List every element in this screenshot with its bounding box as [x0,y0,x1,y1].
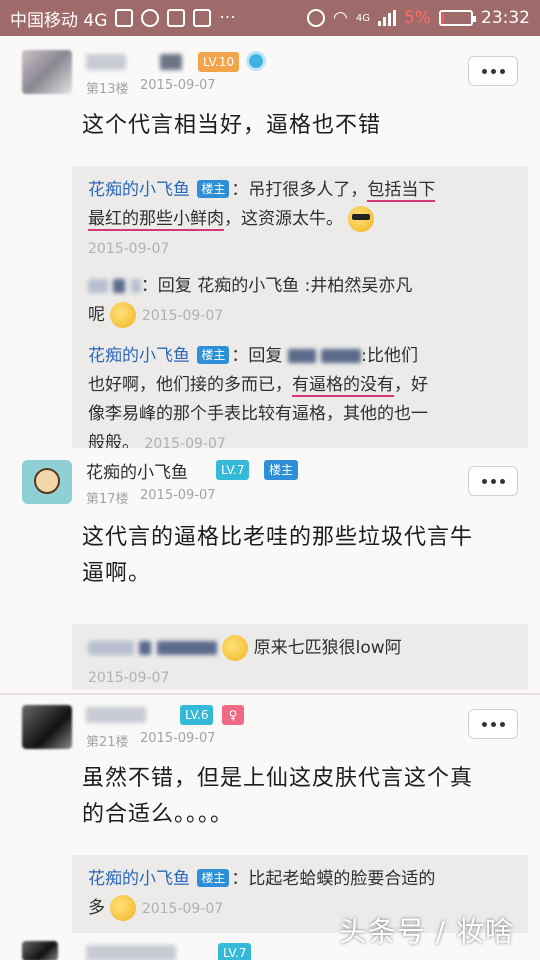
reply-username[interactable]: 花痴的小飞鱼 [88,346,190,366]
username-blurred [139,641,152,655]
reply-text: 呢 [88,305,105,325]
floor-number: 第13楼 [86,82,129,97]
reply-text: 原来七匹狼很low阿 [253,638,402,658]
reply-text: ：回复 [231,346,283,366]
reply-text-highlight: 包括当下 [367,180,436,202]
username-blurred [130,279,141,293]
owner-badge: 楼主 [197,346,230,364]
reply-username[interactable]: 花痴的小飞鱼 [88,869,190,889]
reply-item: 原来七匹狼很low阿 2015-09-07 [88,634,528,693]
post-date: 2015-09-07 [140,78,216,93]
smile-emoji-icon [222,635,249,661]
reply-text-highlight: 最红的那些小鲜肉 [88,209,224,231]
reply-text: ，好 [394,375,428,395]
floor-number: 第21楼 [86,735,129,750]
level-badge: LV.10 [198,52,240,72]
username-blurred [160,54,182,70]
reply-text: ：比起老蛤蟆的脸要合适的 [231,869,436,889]
alarm-icon [307,9,326,27]
comment-line: 逼啊。 [82,561,152,586]
laughing-emoji-icon [110,895,137,921]
username-blurred [321,349,362,363]
username-blurred[interactable] [287,349,316,363]
cool-emoji-icon [348,206,375,232]
comment-line: 这代言的逼格比老哇的那些垃圾代言牛 [82,525,474,550]
clock: 23:32 [481,8,530,28]
battery-percent: 5% [404,8,431,28]
username-blurred[interactable] [86,54,126,70]
level-badge: LV.6 [180,705,214,725]
avatar[interactable] [22,460,72,504]
laughing-emoji-icon [110,302,137,328]
username[interactable]: 花痴的小飞鱼 [86,458,188,483]
wifi-icon: ◠ [333,8,348,28]
watermark: 头条号 / 妆啥 [338,915,514,948]
comment-text: 虽然不错，但是上仙这皮肤代言这个真 的合适么。。。。 [82,761,473,833]
reply-username[interactable]: 花痴的小飞鱼 [88,180,190,200]
bag-icon [193,9,212,27]
username-blurred[interactable] [88,279,108,293]
owner-badge: 楼主 [197,869,230,887]
comment-line: 虽然不错，但是上仙这皮肤代言这个真 [82,766,474,791]
post-date: 2015-09-07 [140,731,216,746]
reply-text: 多 [88,898,105,918]
level-badge: LV.7 [216,460,250,480]
reply-item: 花痴的小飞鱼 楼主 ：回复 :比他们 也好啊，他们接的多而已，有逼格的没有，好 像… [88,342,528,459]
reply-text: :比他们 [361,346,418,366]
image-icon [167,9,186,27]
reply-date: 2015-09-07 [88,670,170,686]
post-date: 2015-09-07 [140,488,216,503]
pause-icon [141,9,160,27]
username-blurred[interactable] [86,707,146,723]
carrier-label: 中国移动 4G [10,10,108,31]
more-icon: ··· [219,8,236,28]
avatar[interactable] [22,705,72,749]
avatar[interactable] [22,941,58,960]
owner-badge: 楼主 [264,460,299,480]
comment-text: 这个代言相当好，逼格也不错 [82,113,382,138]
reply-text: ：回复 花痴的小飞鱼 :井柏然吴亦凡 [140,276,413,296]
network-type: 4G [355,12,371,24]
comment-floor-13: LV.10 第13楼 2015-09-07 这个代言相当好，逼格也不错 花痴的小… [0,36,540,453]
reply-date: 2015-09-07 [141,308,224,324]
reply-text: 像李易峰的那个手表比较有逼格，其他的也一 [88,404,428,424]
reply-text-highlight: 有逼格的没有 [292,375,394,397]
floor-number: 第17楼 [86,492,129,507]
reply-text: ：吊打很多人了， [231,180,368,200]
battery-icon [439,10,476,26]
username-blurred [156,641,217,655]
vip-icon [246,51,266,71]
reply-item: ：回复 花痴的小飞鱼 :井柏然吴亦凡 呢 2015-09-07 [88,272,528,331]
level-badge: LV.7 [218,943,252,960]
more-options-button[interactable] [468,466,518,496]
owner-badge: 楼主 [197,180,230,198]
more-options-button[interactable] [468,709,518,739]
comment-floor-17: 花痴的小飞鱼 LV.7 楼主 第17楼 2015-09-07 这代言的逼格比老哇… [0,448,540,693]
comment-line: 的合适么。。。。 [82,802,234,827]
username-blurred[interactable] [86,945,176,960]
usb-icon [115,9,134,27]
username-blurred[interactable] [88,641,134,655]
more-options-button[interactable] [468,56,518,86]
signal-icon [378,10,397,26]
comment-text: 这代言的逼格比老哇的那些垃圾代言牛 逼啊。 [82,520,473,592]
avatar[interactable] [22,50,72,94]
username-blurred [113,279,126,293]
reply-date: 2015-09-07 [88,241,170,257]
status-bar: 中国移动 4G ··· ◠ 4G 5% 23:32 [0,0,540,36]
reply-item: 花痴的小飞鱼 楼主 ：吊打很多人了，包括当下 最红的那些小鲜肉，这资源太牛。 20… [88,176,528,264]
reply-date: 2015-09-07 [141,901,224,917]
female-gender-icon: ♀ [222,705,244,725]
reply-text: 也好啊，他们接的多而已， [88,375,292,395]
reply-text: ，这资源太牛。 [224,209,343,229]
